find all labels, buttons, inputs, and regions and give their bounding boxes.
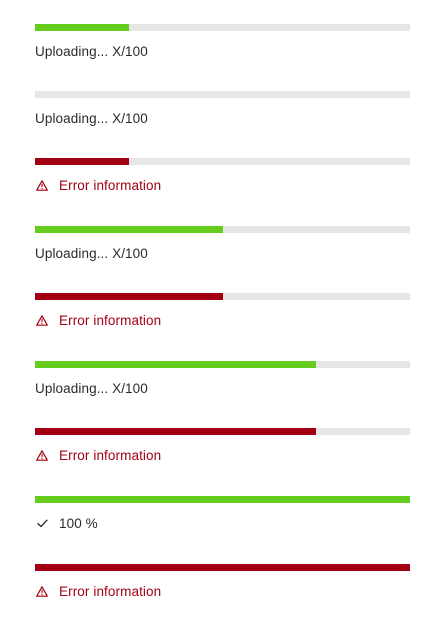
progress-fill — [35, 361, 317, 368]
progress-fill — [35, 24, 129, 31]
progress-fill — [35, 496, 410, 503]
progress-fill — [35, 226, 223, 233]
progress-item-error-75: Error information — [35, 428, 410, 463]
progress-track — [35, 564, 410, 571]
progress-track — [35, 226, 410, 233]
warning-icon — [35, 448, 49, 462]
status-text: Uploading... X/100 — [35, 245, 148, 261]
status-text: Error information — [59, 583, 162, 599]
progress-status: Error information — [35, 582, 161, 600]
progress-item-uploading-25: Uploading... X/100 — [35, 24, 410, 59]
progress-track — [35, 361, 410, 368]
warning-icon — [35, 584, 49, 598]
status-text: Uploading... X/100 — [35, 380, 148, 396]
progress-item-uploading-0: Uploading... X/100 — [35, 91, 410, 126]
status-text: Error information — [59, 312, 162, 328]
progress-track — [35, 158, 410, 165]
progress-status: 100 % — [35, 514, 98, 532]
progress-item-complete: 100 % — [35, 496, 410, 531]
status-text: Error information — [59, 447, 162, 463]
progress-status: Uploading... X/100 — [35, 244, 148, 262]
progress-status: Error information — [35, 311, 161, 329]
progress-fill — [35, 564, 410, 571]
progress-fill — [35, 428, 317, 435]
progress-track — [35, 293, 410, 300]
progress-item-uploading-75: Uploading... X/100 — [35, 361, 410, 396]
progress-status: Uploading... X/100 — [35, 109, 148, 127]
progress-track — [35, 428, 410, 435]
status-text: Uploading... X/100 — [35, 110, 148, 126]
progress-item-error-25: Error information — [35, 158, 410, 193]
progress-item-error-50: Error information — [35, 293, 410, 328]
progress-track — [35, 496, 410, 503]
progress-status: Uploading... X/100 — [35, 379, 148, 397]
status-text: Error information — [59, 177, 162, 193]
progress-track — [35, 24, 410, 31]
progress-status: Error information — [35, 446, 161, 464]
progress-item-error-100: Error information — [35, 564, 410, 599]
progress-item-uploading-50: Uploading... X/100 — [35, 226, 410, 261]
warning-icon — [35, 178, 49, 192]
warning-icon — [35, 313, 49, 327]
progress-fill — [35, 293, 223, 300]
checkmark-icon — [35, 516, 49, 530]
progress-fill — [35, 158, 129, 165]
progress-track — [35, 91, 410, 98]
progress-status: Uploading... X/100 — [35, 42, 148, 60]
progress-status: Error information — [35, 176, 161, 194]
status-text: Uploading... X/100 — [35, 43, 148, 59]
status-text: 100 % — [59, 515, 98, 531]
